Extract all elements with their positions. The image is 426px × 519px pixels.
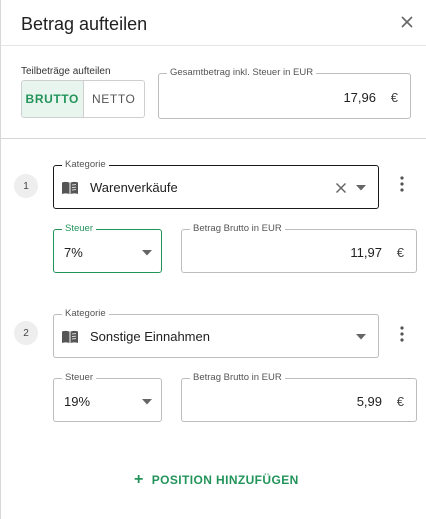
book-icon	[62, 330, 78, 344]
position-number-1: 1	[14, 174, 38, 198]
chevron-down-icon[interactable]	[356, 334, 366, 340]
category-label-1: Kategorie	[62, 159, 109, 171]
split-mode-toggle: BRUTTO NETTO	[21, 80, 145, 118]
position-number-2: 2	[14, 321, 38, 345]
split-amount-dialog: Betrag aufteilen Teilbeträge aufteilen B…	[0, 0, 426, 519]
close-button[interactable]	[399, 14, 415, 30]
add-position-button[interactable]: + POSITION HINZUFÜGEN	[134, 471, 299, 488]
book-icon	[62, 181, 78, 195]
category-value-2: Sonstige Einnahmen	[90, 329, 210, 344]
tax-select-1[interactable]: Steuer 7%	[53, 223, 162, 273]
clear-icon[interactable]	[335, 182, 347, 194]
category-select-2[interactable]: Kategorie Sonstige Einnahmen	[53, 308, 379, 358]
gross-amount-value-2: 5,99	[356, 394, 382, 409]
gross-amount-value-1: 11,97	[350, 245, 382, 260]
tax-value-2: 19%	[64, 394, 91, 409]
split-mode-label: Teilbeträge aufteilen	[21, 66, 111, 77]
tax-label-1: Steuer	[62, 223, 96, 235]
category-label-2: Kategorie	[62, 308, 109, 320]
total-amount-label: Gesamtbetrag inkl. Steuer in EUR	[167, 67, 317, 79]
tax-value-1: 7%	[64, 245, 83, 260]
gross-amount-label-2: Betrag Brutto in EUR	[190, 372, 285, 384]
section-divider	[1, 138, 426, 139]
chevron-down-icon[interactable]	[356, 185, 366, 191]
gross-amount-field-2[interactable]: Betrag Brutto in EUR 5,99 €	[181, 372, 417, 422]
brutto-toggle-button[interactable]: BRUTTO	[22, 81, 84, 117]
total-amount-value: 17,96	[343, 90, 376, 105]
chevron-down-icon[interactable]	[142, 399, 152, 405]
gross-amount-field-1[interactable]: Betrag Brutto in EUR 11,97 €	[181, 223, 417, 273]
dialog-header: Betrag aufteilen	[1, 0, 426, 46]
gross-currency-unit-1: €	[396, 245, 404, 260]
close-icon	[401, 16, 413, 28]
plus-icon: +	[134, 471, 144, 488]
chevron-down-icon[interactable]	[142, 250, 152, 256]
gross-currency-unit-2: €	[396, 394, 404, 409]
add-position-label: POSITION HINZUFÜGEN	[151, 473, 299, 487]
total-amount-field[interactable]: Gesamtbetrag inkl. Steuer in EUR 17,96 €	[158, 67, 411, 119]
netto-toggle-button[interactable]: NETTO	[84, 81, 145, 117]
gross-amount-label-1: Betrag Brutto in EUR	[190, 223, 285, 235]
tax-label-2: Steuer	[62, 372, 96, 384]
category-select-1[interactable]: Kategorie Warenverkäufe	[53, 159, 379, 209]
category-value-1: Warenverkäufe	[90, 180, 178, 195]
total-currency-unit: €	[390, 90, 398, 105]
dialog-title: Betrag aufteilen	[21, 14, 148, 34]
more-options-icon[interactable]	[400, 176, 404, 192]
more-options-icon[interactable]	[400, 326, 404, 342]
tax-select-2[interactable]: Steuer 19%	[53, 372, 162, 422]
